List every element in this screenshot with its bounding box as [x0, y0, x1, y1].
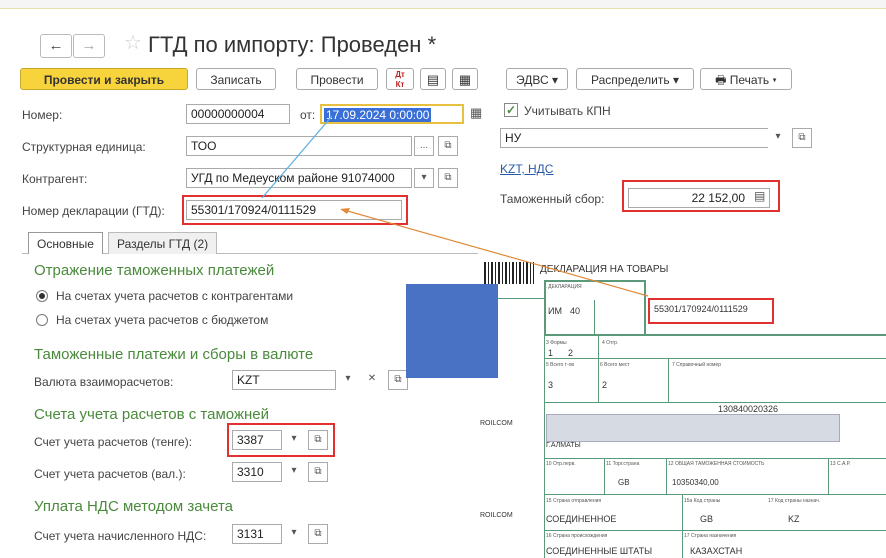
declaration-link-line [343, 209, 649, 297]
connector-arrows [261, 115, 649, 297]
declaration-arrow-head [340, 208, 350, 214]
date-link-line [261, 115, 333, 199]
